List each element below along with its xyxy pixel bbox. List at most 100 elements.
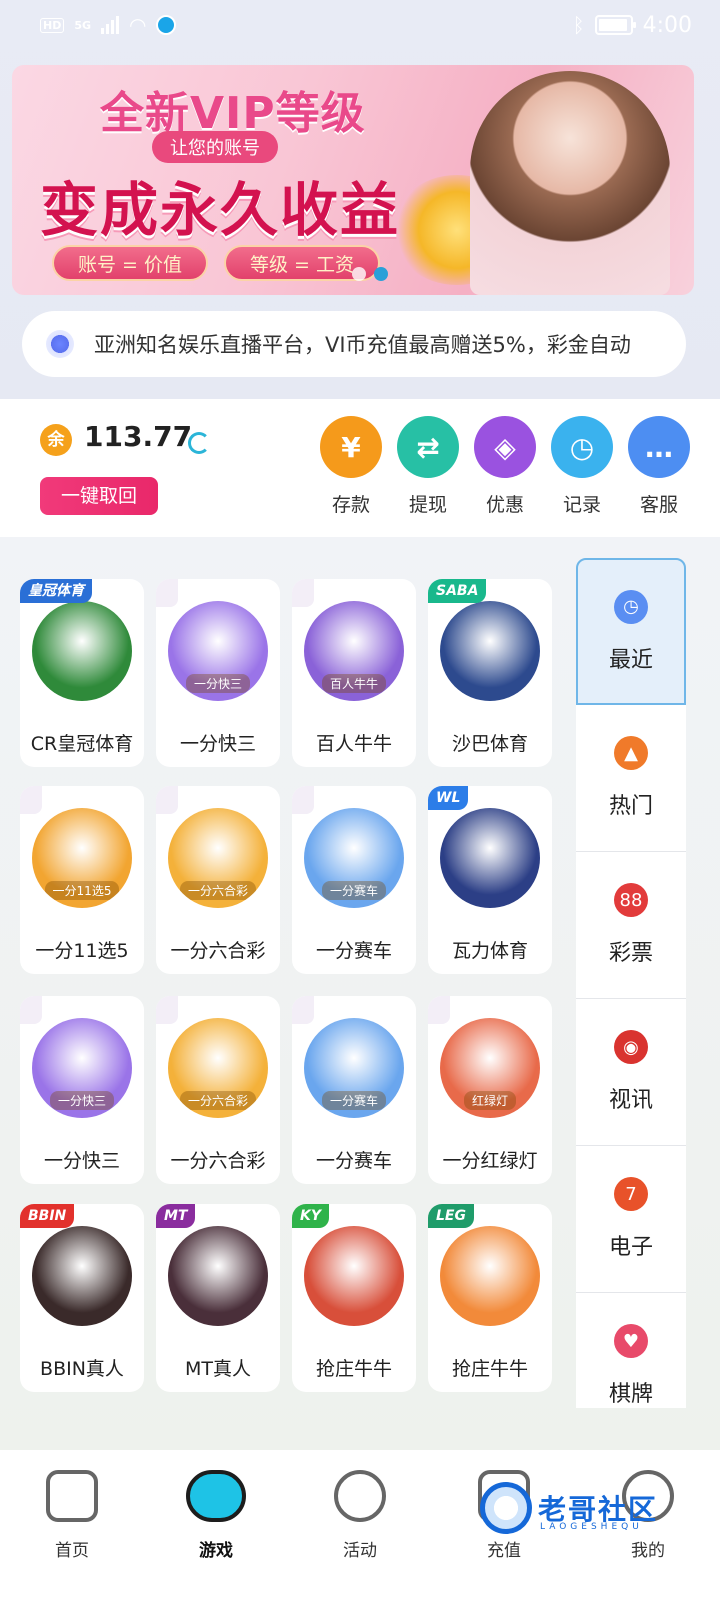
app-notification-icon bbox=[156, 15, 177, 35]
game-card[interactable]: 一分快三 一分快三 bbox=[156, 579, 280, 767]
game-name: 一分快三 bbox=[179, 733, 256, 755]
game-name: 一分11选5 bbox=[35, 940, 129, 962]
thumbnail-caption: 一分六合彩 bbox=[179, 1091, 256, 1110]
clock-icon: ◷ bbox=[551, 416, 613, 478]
category-fire[interactable]: ▲ 热门 bbox=[576, 705, 686, 852]
recall-all-button[interactable]: 一键取回 bbox=[40, 477, 158, 515]
game-thumbnail: 一分11选5 bbox=[32, 808, 132, 908]
pager-dot[interactable] bbox=[352, 267, 366, 281]
slot-seven-icon: 7 bbox=[614, 1177, 648, 1211]
game-thumbnail: 一分赛车 bbox=[304, 808, 404, 908]
pager-dot-active[interactable] bbox=[374, 267, 388, 281]
wallet-actions: ¥ 存款 ⇄ 提现 ◈ 优惠 ◷ 记录 … 客服 bbox=[320, 416, 690, 517]
thumbnail-caption: 一分赛车 bbox=[321, 1091, 386, 1110]
cards-icon: ♥ bbox=[614, 1324, 648, 1358]
status-left: HD 5G ◠ bbox=[40, 13, 177, 37]
game-name: 一分快三 bbox=[43, 1150, 120, 1172]
game-thumbnail: 一分六合彩 bbox=[168, 1018, 268, 1118]
watermark-logo: 老哥社区 LAOGESHEQU bbox=[480, 1478, 700, 1538]
hd-chip: HD bbox=[40, 17, 65, 33]
provider-badge: KY bbox=[292, 1204, 329, 1228]
action-label: 提现 bbox=[408, 494, 447, 516]
game-thumbnail bbox=[32, 1226, 132, 1326]
game-thumbnail bbox=[168, 1226, 268, 1326]
action-chat[interactable]: … 客服 bbox=[628, 416, 690, 517]
category-cards[interactable]: ♥ 棋牌 bbox=[576, 1293, 686, 1408]
network-label: 5G bbox=[74, 18, 92, 32]
gamepad-icon bbox=[186, 1470, 246, 1522]
banner-pill-value: 账号 = 价值 bbox=[52, 245, 208, 281]
promo-banner[interactable]: 全新VIP等级 让您的账号 变成永久收益 账号 = 价值 等级 = 工资 bbox=[12, 65, 694, 295]
thumbnail-caption: 一分赛车 bbox=[321, 881, 386, 900]
category-label: 视讯 bbox=[608, 1088, 653, 1113]
category-sidebar: ◷ 最近 ▲ 热门 88 彩票 ◉ 视讯 7 电子 ♥ 棋牌 bbox=[576, 558, 686, 1408]
category-label: 彩票 bbox=[608, 941, 653, 966]
game-thumbnail: 红绿灯 bbox=[440, 1018, 540, 1118]
game-name: 一分六合彩 bbox=[170, 940, 266, 962]
thumbnail-caption: 一分快三 bbox=[185, 674, 250, 693]
nav-label: 我的 bbox=[631, 1541, 665, 1561]
action-label: 存款 bbox=[331, 494, 370, 516]
category-label: 最近 bbox=[608, 647, 653, 673]
game-card[interactable]: 一分赛车 一分赛车 bbox=[292, 996, 416, 1184]
action-yuan[interactable]: ¥ 存款 bbox=[320, 416, 382, 517]
game-card[interactable]: 百人牛牛 百人牛牛 bbox=[292, 579, 416, 767]
badge-placeholder bbox=[292, 579, 314, 607]
nav-home[interactable]: 首页 bbox=[12, 1470, 132, 1600]
game-name: 一分红绿灯 bbox=[442, 1150, 538, 1172]
provider-badge: WL bbox=[428, 786, 469, 810]
provider-badge: LEG bbox=[428, 1204, 474, 1228]
fire-icon: ▲ bbox=[614, 736, 648, 770]
banner-pager[interactable] bbox=[352, 267, 388, 281]
balance-coin-icon: 余 bbox=[40, 424, 72, 456]
banner-model-image bbox=[470, 71, 670, 295]
game-card[interactable]: SABA 沙巴体育 bbox=[428, 579, 552, 767]
provider-badge: SABA bbox=[428, 579, 487, 603]
category-slot-seven[interactable]: 7 电子 bbox=[576, 1146, 686, 1293]
game-thumbnail: 一分六合彩 bbox=[168, 808, 268, 908]
wifi-icon: ◠ bbox=[129, 13, 147, 37]
action-tag[interactable]: ◈ 优惠 bbox=[474, 416, 536, 517]
game-card[interactable]: BBIN BBIN真人 bbox=[20, 1204, 144, 1392]
nav-flag[interactable]: 活动 bbox=[300, 1470, 420, 1600]
battery-icon bbox=[594, 15, 636, 35]
game-card[interactable]: KY 抢庄牛牛 bbox=[292, 1204, 416, 1392]
game-name: 一分赛车 bbox=[315, 1150, 392, 1172]
game-card[interactable]: 一分快三 一分快三 bbox=[20, 996, 144, 1184]
thumbnail-caption: 一分11选5 bbox=[44, 881, 120, 900]
status-bar: HD 5G ◠ ᛒ 4:00 bbox=[0, 0, 720, 50]
game-card[interactable]: 一分赛车 一分赛车 bbox=[292, 786, 416, 974]
action-transfer[interactable]: ⇄ 提现 bbox=[397, 416, 459, 517]
badge-placeholder bbox=[20, 786, 42, 814]
game-card[interactable]: 一分11选5 一分11选5 bbox=[20, 786, 144, 974]
game-card[interactable]: 皇冠体育 CR皇冠体育 bbox=[20, 579, 144, 767]
action-clock[interactable]: ◷ 记录 bbox=[551, 416, 613, 517]
badge-placeholder bbox=[428, 996, 450, 1024]
game-name: 抢庄牛牛 bbox=[451, 1358, 528, 1380]
category-poker-chip[interactable]: ◉ 视讯 bbox=[576, 999, 686, 1146]
chat-icon: … bbox=[628, 416, 690, 478]
transfer-icon: ⇄ bbox=[397, 416, 459, 478]
watermark-emblem-icon bbox=[480, 1482, 532, 1534]
provider-badge: 皇冠体育 bbox=[20, 579, 92, 603]
refresh-icon[interactable] bbox=[188, 432, 210, 454]
game-name: 百人牛牛 bbox=[315, 733, 392, 755]
thumbnail-caption: 一分六合彩 bbox=[179, 881, 256, 900]
game-card[interactable]: LEG 抢庄牛牛 bbox=[428, 1204, 552, 1392]
action-label: 客服 bbox=[639, 494, 678, 516]
category-lottery-ball[interactable]: 88 彩票 bbox=[576, 852, 686, 999]
game-card[interactable]: WL 瓦力体育 bbox=[428, 786, 552, 974]
game-thumbnail: 一分赛车 bbox=[304, 1018, 404, 1118]
game-card[interactable]: 红绿灯 一分红绿灯 bbox=[428, 996, 552, 1184]
nav-gamepad[interactable]: 游戏 bbox=[156, 1470, 276, 1600]
game-card[interactable]: 一分六合彩 一分六合彩 bbox=[156, 996, 280, 1184]
category-clock[interactable]: ◷ 最近 bbox=[576, 558, 686, 705]
badge-placeholder bbox=[156, 579, 178, 607]
badge-placeholder bbox=[292, 786, 314, 814]
game-name: 一分赛车 bbox=[315, 940, 392, 962]
notice-marquee[interactable]: 亚洲知名娱乐直播平台，VI币充值最高赠送5%，彩金自动 bbox=[22, 311, 686, 377]
game-card[interactable]: MT MT真人 bbox=[156, 1204, 280, 1392]
game-name: 瓦力体育 bbox=[451, 940, 528, 962]
banner-headline: 变成永久收益 bbox=[40, 176, 401, 244]
game-card[interactable]: 一分六合彩 一分六合彩 bbox=[156, 786, 280, 974]
